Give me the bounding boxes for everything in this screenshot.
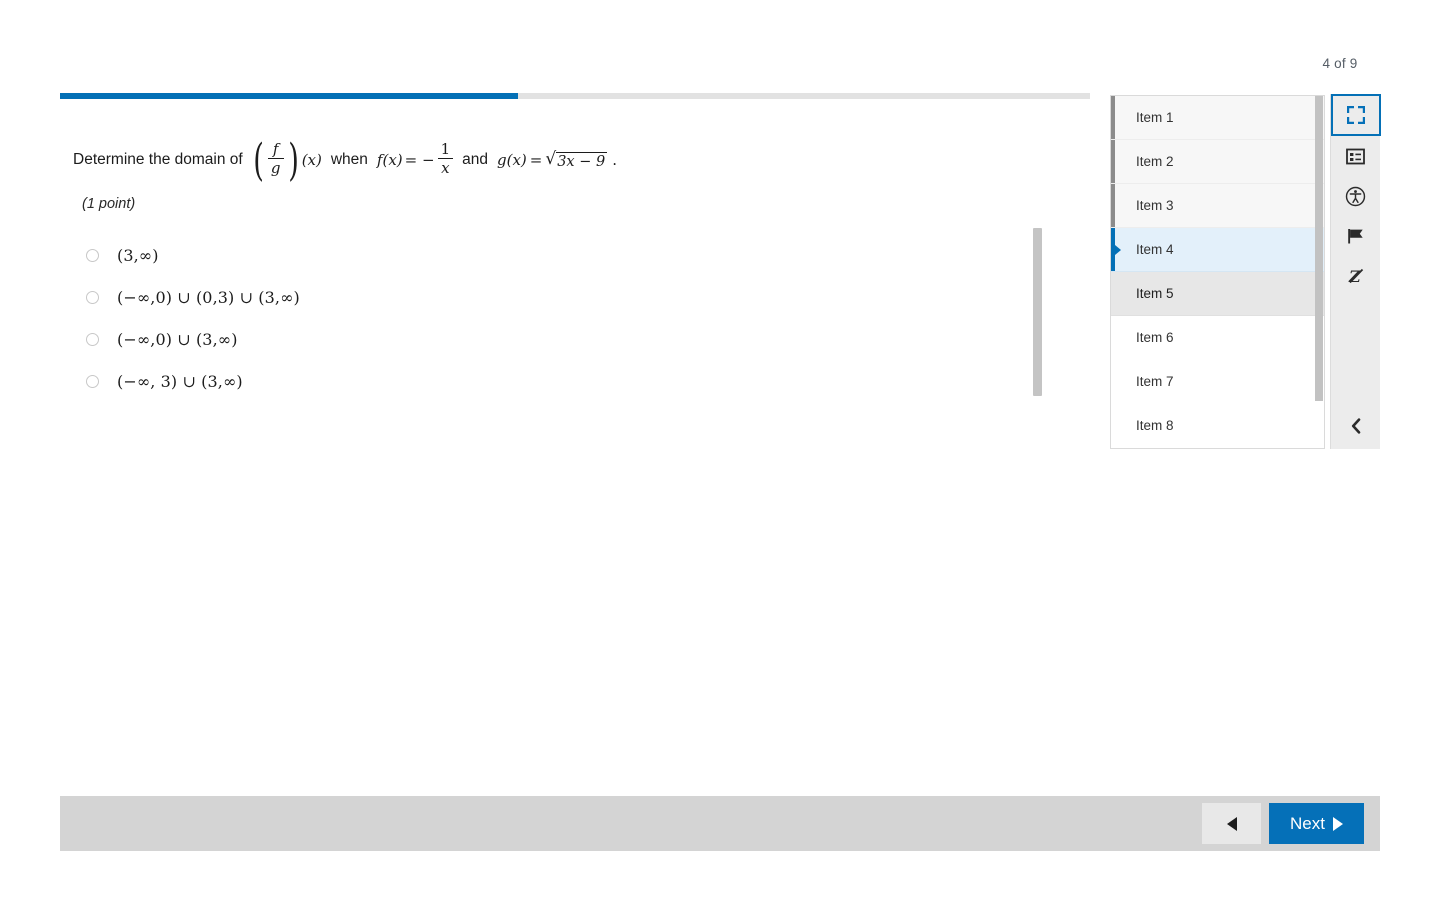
item-nav-label: Item 5	[1136, 286, 1174, 301]
answer-option[interactable]: (−∞,0) ∪ (3,∞)	[86, 318, 300, 360]
fullscreen-button[interactable]	[1330, 94, 1381, 136]
answer-options-list: (3,∞) (−∞,0) ∪ (0,3) ∪ (3,∞) (−∞,0) ∪ (3,∞…	[86, 234, 300, 402]
answer-option-label: (−∞,0) ∪ (0,3) ∪ (3,∞)	[117, 287, 300, 307]
fg-argument: (x)	[301, 150, 322, 169]
answer-option[interactable]: (−∞,0) ∪ (0,3) ∪ (3,∞)	[86, 276, 300, 318]
points-label: (1 point)	[82, 196, 136, 212]
fg-fraction: f g	[267, 140, 284, 178]
triangle-right-icon	[1332, 816, 1343, 831]
item-nav-label: Item 6	[1136, 330, 1174, 345]
next-button[interactable]: Next	[1269, 803, 1364, 844]
when-word: when	[330, 150, 368, 168]
item-nav-row[interactable]: Item 5	[1111, 272, 1324, 316]
item-nav-row[interactable]: Item 8	[1111, 404, 1324, 448]
item-panel-scrollbar-thumb[interactable]	[1315, 96, 1323, 401]
g-equals-sign: =	[529, 150, 543, 169]
f-argument: (x)	[382, 150, 403, 169]
g-label: g	[496, 150, 507, 169]
and-word: and	[462, 150, 488, 168]
page-counter: 4 of 9	[1322, 56, 1358, 71]
accessibility-icon	[1345, 186, 1366, 206]
accessibility-button[interactable]	[1331, 176, 1381, 216]
progress-bar-fill	[60, 93, 519, 99]
triangle-left-icon	[1226, 816, 1237, 831]
answer-option-label: (−∞,0) ∪ (3,∞)	[117, 329, 238, 349]
progress-bar-track	[60, 93, 1090, 99]
answer-option-label: (−∞, 3) ∪ (3,∞)	[117, 371, 243, 391]
fullscreen-icon	[1346, 106, 1365, 124]
f-fraction: 1 x	[437, 140, 454, 178]
item-nav-label: Item 3	[1136, 198, 1174, 213]
item-nav-label: Item 4	[1136, 242, 1174, 257]
item-nav-row[interactable]: Item 2	[1111, 140, 1324, 184]
item-nav-label: Item 7	[1136, 374, 1174, 389]
no-zoom-icon: Z	[1348, 267, 1363, 286]
flag-icon	[1347, 229, 1363, 244]
radical-sign-icon: √	[545, 148, 557, 169]
radio-button[interactable]	[86, 374, 99, 388]
next-button-label: Next	[1290, 813, 1325, 833]
no-zoom-button[interactable]: Z	[1331, 256, 1381, 296]
item-nav-label: Item 2	[1136, 154, 1174, 169]
question-statement: Determine the domain of ( f g ) (x) when…	[73, 134, 617, 186]
f-equals-sign: = −	[404, 150, 435, 169]
previous-button[interactable]	[1202, 803, 1261, 844]
navigation-footer: Next	[60, 796, 1380, 851]
fraction-numerator: f	[272, 140, 279, 158]
item-nav-label: Item 1	[1136, 110, 1174, 125]
item-nav-row[interactable]: Item 6	[1111, 316, 1324, 360]
assessment-page: 4 of 9 Determine the domain of ( f g ) (…	[0, 0, 1440, 900]
f-fraction-numerator: 1	[440, 140, 451, 158]
item-nav-row[interactable]: Item 7	[1111, 360, 1324, 404]
radio-button[interactable]	[86, 248, 99, 262]
question-lead-text: Determine the domain of	[73, 150, 243, 168]
reference-list-icon	[1346, 148, 1365, 164]
chevron-left-icon	[1351, 418, 1360, 434]
current-item-caret-icon	[1115, 244, 1121, 255]
f-fraction-denominator: x	[441, 159, 450, 178]
answer-option[interactable]: (−∞, 3) ∪ (3,∞)	[86, 360, 300, 402]
content-scrollbar-thumb[interactable]	[1033, 228, 1042, 396]
answer-option[interactable]: (3,∞)	[86, 234, 300, 276]
radio-button[interactable]	[86, 290, 99, 304]
item-nav-row[interactable]: Item 3	[1111, 184, 1324, 228]
g-argument: (x)	[506, 150, 527, 169]
item-nav-label: Item 8	[1136, 418, 1174, 433]
tool-sidebar: Z	[1330, 94, 1381, 449]
answer-option-label: (3,∞)	[117, 245, 159, 265]
item-navigation-panel: Item 1 Item 2 Item 3 Item 4 Item 5 Item 6 Item…	[1110, 95, 1325, 449]
fraction-denominator: g	[270, 159, 281, 178]
item-nav-row[interactable]: Item 1	[1111, 96, 1324, 140]
collapse-panel-button[interactable]	[1331, 403, 1381, 449]
question-pane: Determine the domain of ( f g ) (x) when…	[60, 110, 1045, 410]
radicand: 3x − 9	[556, 151, 608, 170]
radio-button[interactable]	[86, 332, 99, 346]
sentence-period: .	[612, 150, 617, 169]
reference-list-button[interactable]	[1331, 136, 1381, 176]
square-root: √ 3x − 9	[545, 148, 608, 170]
flag-button[interactable]	[1331, 216, 1381, 256]
item-nav-row[interactable]: Item 4	[1111, 228, 1324, 272]
